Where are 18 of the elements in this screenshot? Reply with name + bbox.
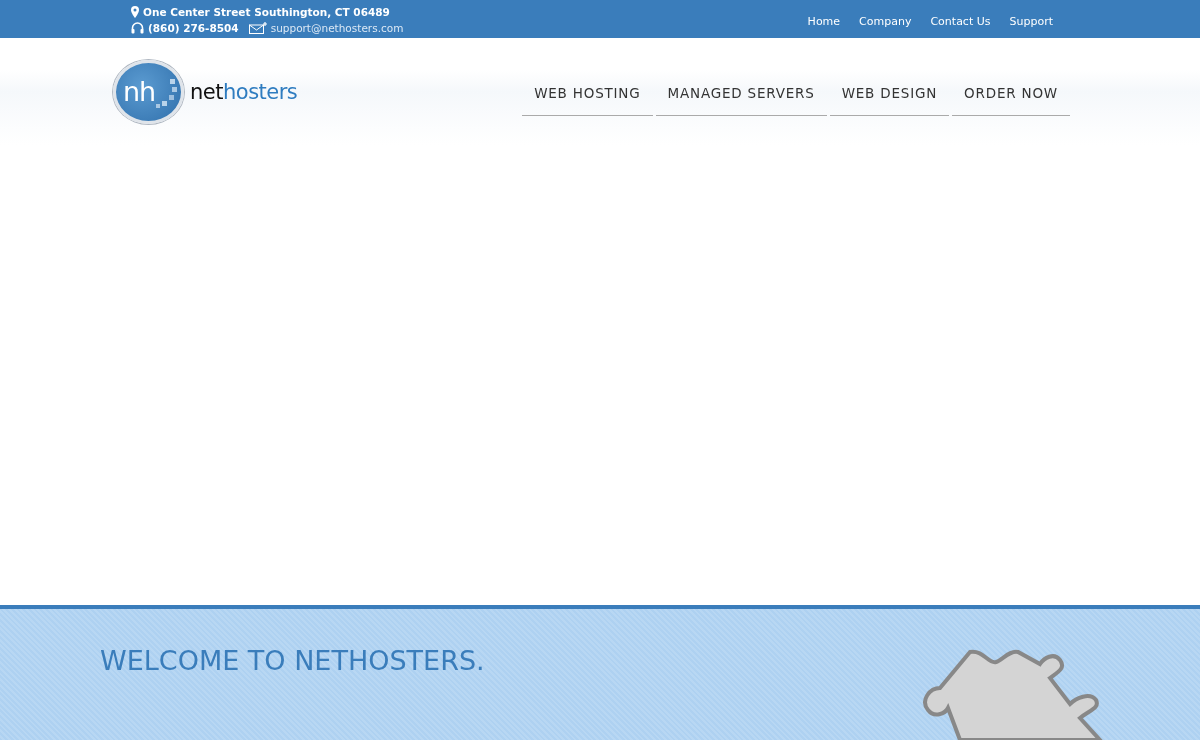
- headset-icon: [131, 22, 144, 34]
- email-link[interactable]: support@nethosters.com: [270, 20, 404, 36]
- envelope-icon: [248, 22, 267, 34]
- main-nav-link[interactable]: WEB DESIGN: [829, 71, 950, 116]
- top-nav-link[interactable]: Company: [859, 14, 912, 28]
- location-pin-icon: [131, 6, 139, 18]
- top-nav-link[interactable]: Home: [807, 14, 841, 28]
- logo-badge: nh: [113, 59, 184, 124]
- welcome-heading: WELCOME TO NETHOSTERS.: [100, 645, 486, 676]
- phone-text: (860) 276-8504: [148, 21, 239, 36]
- top-nav-link[interactable]: Support: [1009, 14, 1053, 28]
- top-nav-link[interactable]: Contact Us: [930, 14, 991, 28]
- logo-text: nethosters: [190, 79, 298, 104]
- main-nav-link[interactable]: WEB HOSTING: [522, 71, 653, 116]
- main-nav-link[interactable]: MANAGED SERVERS: [655, 71, 827, 116]
- dots-icon: [156, 78, 178, 109]
- address-text: One Center Street Southington, CT 06489: [143, 5, 390, 20]
- main-nav-link[interactable]: ORDER NOW: [952, 71, 1070, 116]
